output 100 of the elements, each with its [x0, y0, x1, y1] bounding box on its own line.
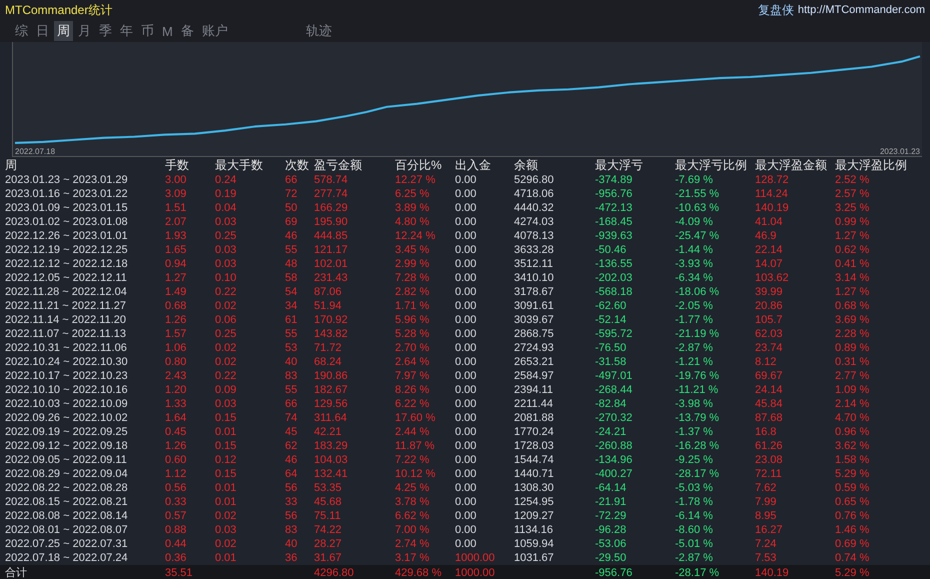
table-cell-text: 429.68 % — [395, 566, 442, 578]
table-cell-text: 0.02 — [215, 510, 238, 522]
table-cell-text: 0.22 — [215, 370, 238, 382]
table-cell-text: 2.43 — [165, 370, 188, 382]
table-cell-text: 83 — [285, 370, 298, 382]
tab[interactable]: 轨迹 — [302, 21, 335, 41]
table-cell-text: 170.92 — [314, 314, 349, 326]
tab[interactable]: 账户 — [198, 21, 231, 41]
table-cell-text: 0.00 — [455, 524, 478, 536]
table-cell-text: 39.99 — [755, 286, 784, 298]
axis-date-label: 2022.07.18 — [15, 147, 56, 156]
table-cell-text: 2.52 % — [835, 174, 870, 186]
table-cell-text: 2023.01.02 ~ 2023.01.08 — [5, 216, 129, 228]
table-cell-text: 0.03 — [215, 398, 238, 410]
table-cell-text: 0.00 — [455, 412, 478, 424]
table-cell-text: 4274.03 — [514, 216, 555, 228]
table-cell-text: 2022.10.10 ~ 2022.10.16 — [5, 384, 129, 396]
table-cell-text: -72.29 — [595, 510, 628, 522]
table-cell-text: -31.58 — [595, 356, 628, 368]
table-cell-text: -5.01 % — [675, 538, 714, 550]
table-cell-text: -3.98 % — [675, 398, 714, 410]
column-header: 余额 — [514, 157, 539, 174]
table-cell-text: -21.91 — [595, 496, 628, 508]
table-cell-text: 2022.10.03 ~ 2022.10.09 — [5, 398, 129, 410]
brand-name: 复盘侠 — [758, 2, 794, 18]
table-cell-text: 1.27 — [165, 272, 188, 284]
table-cell-text: -8.60 % — [675, 524, 714, 536]
table-cell-text: 3.62 % — [835, 440, 870, 452]
table-cell-text: -956.76 — [595, 566, 634, 578]
table-cell-text: 46 — [285, 454, 298, 466]
table-cell-text: 0.06 — [215, 314, 238, 326]
table-cell-text: 3.14 % — [835, 272, 870, 284]
table-cell-text: 41.04 — [755, 216, 784, 228]
table-cell-text: 3039.67 — [514, 314, 555, 326]
table-cell-text: 0.60 — [165, 454, 188, 466]
table-cell-text: -260.88 — [595, 440, 634, 452]
table-cell-text: 0.00 — [455, 356, 478, 368]
table-cell-text: 2023.01.23 ~ 2023.01.29 — [5, 174, 129, 186]
tab[interactable]: 月 — [75, 21, 94, 41]
table-cell-text: 53 — [285, 342, 298, 354]
table-cell-text: 0.00 — [455, 454, 478, 466]
table-cell-text: -10.63 % — [675, 202, 720, 214]
table-cell-text: 16.27 — [755, 524, 784, 536]
table-cell-text: 1031.67 — [514, 552, 555, 564]
tab[interactable]: 季 — [96, 21, 115, 41]
table-cell-text: 1.06 — [165, 342, 188, 354]
table-cell-text: 2394.11 — [514, 384, 554, 396]
website-link[interactable]: http://MTCommander.com — [798, 4, 925, 16]
table-cell-text: 6.62 % — [395, 510, 430, 522]
table-cell-text: -16.28 % — [675, 440, 720, 452]
table-cell-text: 66 — [285, 174, 298, 186]
table-cell-text: -595.72 — [595, 328, 634, 340]
table-cell-text: -374.89 — [595, 174, 634, 186]
table-cell-text: -134.96 — [595, 454, 634, 466]
table-cell-text: 2584.97 — [514, 370, 555, 382]
table-cell-text: 2022.11.21 ~ 2022.11.27 — [5, 300, 128, 312]
table-cell-text: 277.74 — [314, 188, 349, 200]
table-cell-text: -202.03 — [595, 272, 634, 284]
table-cell-text: 87.06 — [314, 286, 343, 298]
table-cell-text: 3.78 % — [395, 496, 430, 508]
table-cell-text: 58 — [285, 272, 298, 284]
table-cell-text: 7.00 % — [395, 524, 430, 536]
tab[interactable]: 币 — [138, 21, 157, 41]
table-cell-text: 2.82 % — [395, 286, 430, 298]
table-cell-text: 8.26 % — [395, 384, 430, 396]
table-cell-text: -4.09 % — [675, 216, 714, 228]
table-cell-text: 2211.44 — [514, 398, 554, 410]
table-cell-text: 28.27 — [314, 538, 343, 550]
table-cell-text: -25.47 % — [675, 230, 720, 242]
table-cell-text: 0.02 — [215, 356, 238, 368]
table-cell-text: 0.00 — [455, 328, 478, 340]
table-cell-text: 62.03 — [755, 328, 784, 340]
table-cell-text: 61.26 — [755, 440, 784, 452]
table-cell-text: 1.93 — [165, 230, 188, 242]
table-cell-text: 33 — [285, 496, 298, 508]
table-cell-text: 0.01 — [215, 482, 238, 494]
table-cell-text: 0.12 — [215, 454, 238, 466]
table-cell-text: 4296.80 — [314, 566, 355, 578]
table-cell-text: 5.29 % — [835, 566, 870, 578]
table-cell-text: 0.00 — [455, 244, 478, 256]
table-cell-text: 2.99 % — [395, 258, 430, 270]
table-cell-text: -168.45 — [595, 216, 634, 228]
table-cell-text: 2022.10.17 ~ 2022.10.23 — [5, 370, 129, 382]
tab[interactable]: 备 — [178, 21, 197, 41]
table-cell-text: -6.34 % — [675, 272, 714, 284]
table-cell-text: 0.03 — [215, 216, 238, 228]
table-cell-text: -497.01 — [595, 370, 634, 382]
tab[interactable]: 周 — [54, 21, 73, 41]
table-cell-text: 1.51 — [165, 202, 188, 214]
tab[interactable]: 年 — [117, 21, 136, 41]
tab[interactable]: 日 — [33, 21, 52, 41]
column-header: 手数 — [165, 157, 190, 174]
table-cell-text: 102.01 — [314, 258, 349, 270]
table-cell-text: -956.76 — [595, 188, 634, 200]
tab[interactable]: 综 — [12, 21, 31, 41]
tab[interactable]: M — [159, 22, 176, 40]
column-header: 最大浮盈金额 — [755, 157, 828, 174]
table-cell-text: -270.32 — [595, 412, 634, 424]
table-cell-text: 1.09 % — [835, 384, 870, 396]
table-cell-text: 132.41 — [314, 468, 349, 480]
